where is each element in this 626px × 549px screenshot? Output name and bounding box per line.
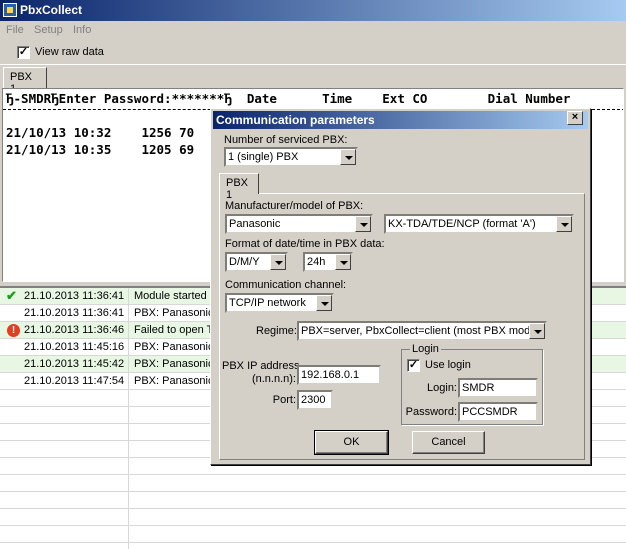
log-message: Module started bbox=[134, 290, 207, 302]
chevron-down-icon[interactable] bbox=[316, 295, 332, 311]
date-format-value: D/M/Y bbox=[229, 256, 260, 268]
menu-info[interactable]: Info bbox=[73, 24, 91, 36]
num-pbx-label: Number of serviced PBX: bbox=[224, 134, 348, 146]
log-time: 21.10.2013 11:36:41 bbox=[24, 290, 125, 302]
empty-row bbox=[0, 475, 626, 492]
model-value: KX-TDA/TDE/NCP (format 'A') bbox=[388, 218, 536, 230]
log-message: PBX: Panasonic bbox=[134, 307, 214, 319]
chevron-down-icon[interactable] bbox=[335, 254, 351, 270]
date-format-select[interactable]: D/M/Y bbox=[225, 252, 288, 272]
channel-select[interactable]: TCP/IP network bbox=[225, 293, 334, 313]
raw-line: 21/10/13 10:32 1256 70 bbox=[6, 125, 195, 140]
port-value: 2300 bbox=[301, 394, 326, 406]
window-title: PbxCollect bbox=[20, 3, 83, 17]
time-format-select[interactable]: 24h bbox=[303, 252, 353, 272]
manufacturer-select[interactable]: Panasonic bbox=[225, 214, 373, 234]
regime-value: PBX=server, PbxCollect=client (most PBX … bbox=[301, 325, 547, 337]
empty-row bbox=[0, 492, 626, 509]
dialog-tab-pbx-1[interactable]: PBX 1 bbox=[219, 173, 259, 201]
regime-label: Regime: bbox=[256, 325, 297, 337]
log-message: PBX: Panasonic bbox=[134, 341, 214, 353]
error-icon: ! bbox=[7, 324, 20, 337]
title-bar: PbxCollect bbox=[0, 0, 626, 21]
ip-address-input[interactable]: 192.168.0.1 bbox=[297, 365, 381, 385]
chevron-down-icon[interactable] bbox=[340, 149, 356, 165]
log-message: PBX: Panasonic bbox=[134, 375, 214, 387]
datetime-format-label: Format of date/time in PBX data: bbox=[225, 238, 385, 250]
chevron-down-icon[interactable] bbox=[270, 254, 286, 270]
log-message: PBX: Panasonic bbox=[134, 358, 214, 370]
column-line bbox=[128, 288, 129, 549]
log-time: 21.10.2013 11:47:54 bbox=[24, 375, 125, 387]
port-input[interactable]: 2300 bbox=[297, 390, 333, 410]
ip-address-value: 192.168.0.1 bbox=[301, 369, 360, 381]
use-login-checkbox[interactable]: ✓ bbox=[407, 359, 420, 372]
num-pbx-value: 1 (single) PBX bbox=[228, 151, 299, 163]
raw-header-line: Ђ-SMDRЂEnter Password:*******Ђ Date Time… bbox=[6, 91, 571, 106]
login-group-label: Login bbox=[410, 343, 441, 355]
chevron-down-icon[interactable] bbox=[529, 323, 545, 339]
main-tab-strip: PBX 1 bbox=[0, 66, 626, 95]
dialog-title-bar: Communication parameters bbox=[213, 111, 588, 129]
communication-parameters-dialog: Communication parameters × Number of ser… bbox=[210, 108, 591, 465]
dialog-title: Communication parameters bbox=[216, 113, 375, 127]
log-message: Failed to open T bbox=[134, 324, 214, 336]
check-icon: ✔ bbox=[6, 288, 17, 303]
raw-line: 21/10/13 10:35 1205 69 bbox=[6, 142, 195, 157]
password-value: PCCSMDR bbox=[462, 406, 518, 418]
view-raw-checkbox[interactable]: ✓ bbox=[17, 46, 30, 59]
num-pbx-select[interactable]: 1 (single) PBX bbox=[224, 147, 358, 167]
login-value: SMDR bbox=[462, 382, 495, 394]
regime-select[interactable]: PBX=server, PbxCollect=client (most PBX … bbox=[297, 321, 547, 341]
chevron-down-icon[interactable] bbox=[556, 216, 572, 232]
manufacturer-label: Manufacturer/model of PBX: bbox=[225, 200, 364, 212]
menu-setup[interactable]: Setup bbox=[34, 24, 63, 36]
log-time: 21.10.2013 11:36:41 bbox=[24, 307, 125, 319]
log-time: 21.10.2013 11:45:16 bbox=[24, 341, 125, 353]
use-login-label: Use login bbox=[425, 359, 471, 371]
model-select[interactable]: KX-TDA/TDE/NCP (format 'A') bbox=[384, 214, 574, 234]
menu-bar: File Setup Info bbox=[0, 21, 626, 41]
port-label: Port: bbox=[272, 394, 296, 406]
menu-file[interactable]: File bbox=[6, 24, 24, 36]
empty-row bbox=[0, 509, 626, 526]
app-icon bbox=[3, 3, 17, 17]
close-icon: × bbox=[571, 111, 579, 123]
login-field-label: Login: bbox=[427, 382, 457, 394]
close-button[interactable]: × bbox=[567, 111, 583, 125]
password-label: Password: bbox=[405, 406, 457, 418]
time-format-value: 24h bbox=[307, 256, 326, 268]
log-time: 21.10.2013 11:45:42 bbox=[24, 358, 125, 370]
ok-button[interactable]: OK bbox=[314, 430, 389, 455]
ip-address-label: PBX IP address bbox=[222, 360, 300, 372]
chevron-down-icon[interactable] bbox=[355, 216, 371, 232]
toolbar: ✓ View raw data bbox=[0, 41, 626, 65]
ip-format-hint: (n.n.n.n): bbox=[251, 373, 296, 385]
tab-pbx-1[interactable]: PBX 1 bbox=[3, 67, 47, 95]
empty-row bbox=[0, 526, 626, 543]
cancel-button[interactable]: Cancel bbox=[412, 431, 485, 454]
manufacturer-value: Panasonic bbox=[229, 218, 281, 230]
login-group: Login ✓ Use login Login: SMDR Password: … bbox=[401, 343, 543, 425]
channel-label: Communication channel: bbox=[225, 279, 347, 291]
login-input[interactable]: SMDR bbox=[458, 378, 538, 398]
log-time: 21.10.2013 11:36:46 bbox=[24, 324, 125, 336]
view-raw-label: View raw data bbox=[35, 46, 104, 58]
password-input[interactable]: PCCSMDR bbox=[458, 402, 538, 422]
channel-value: TCP/IP network bbox=[229, 297, 306, 309]
